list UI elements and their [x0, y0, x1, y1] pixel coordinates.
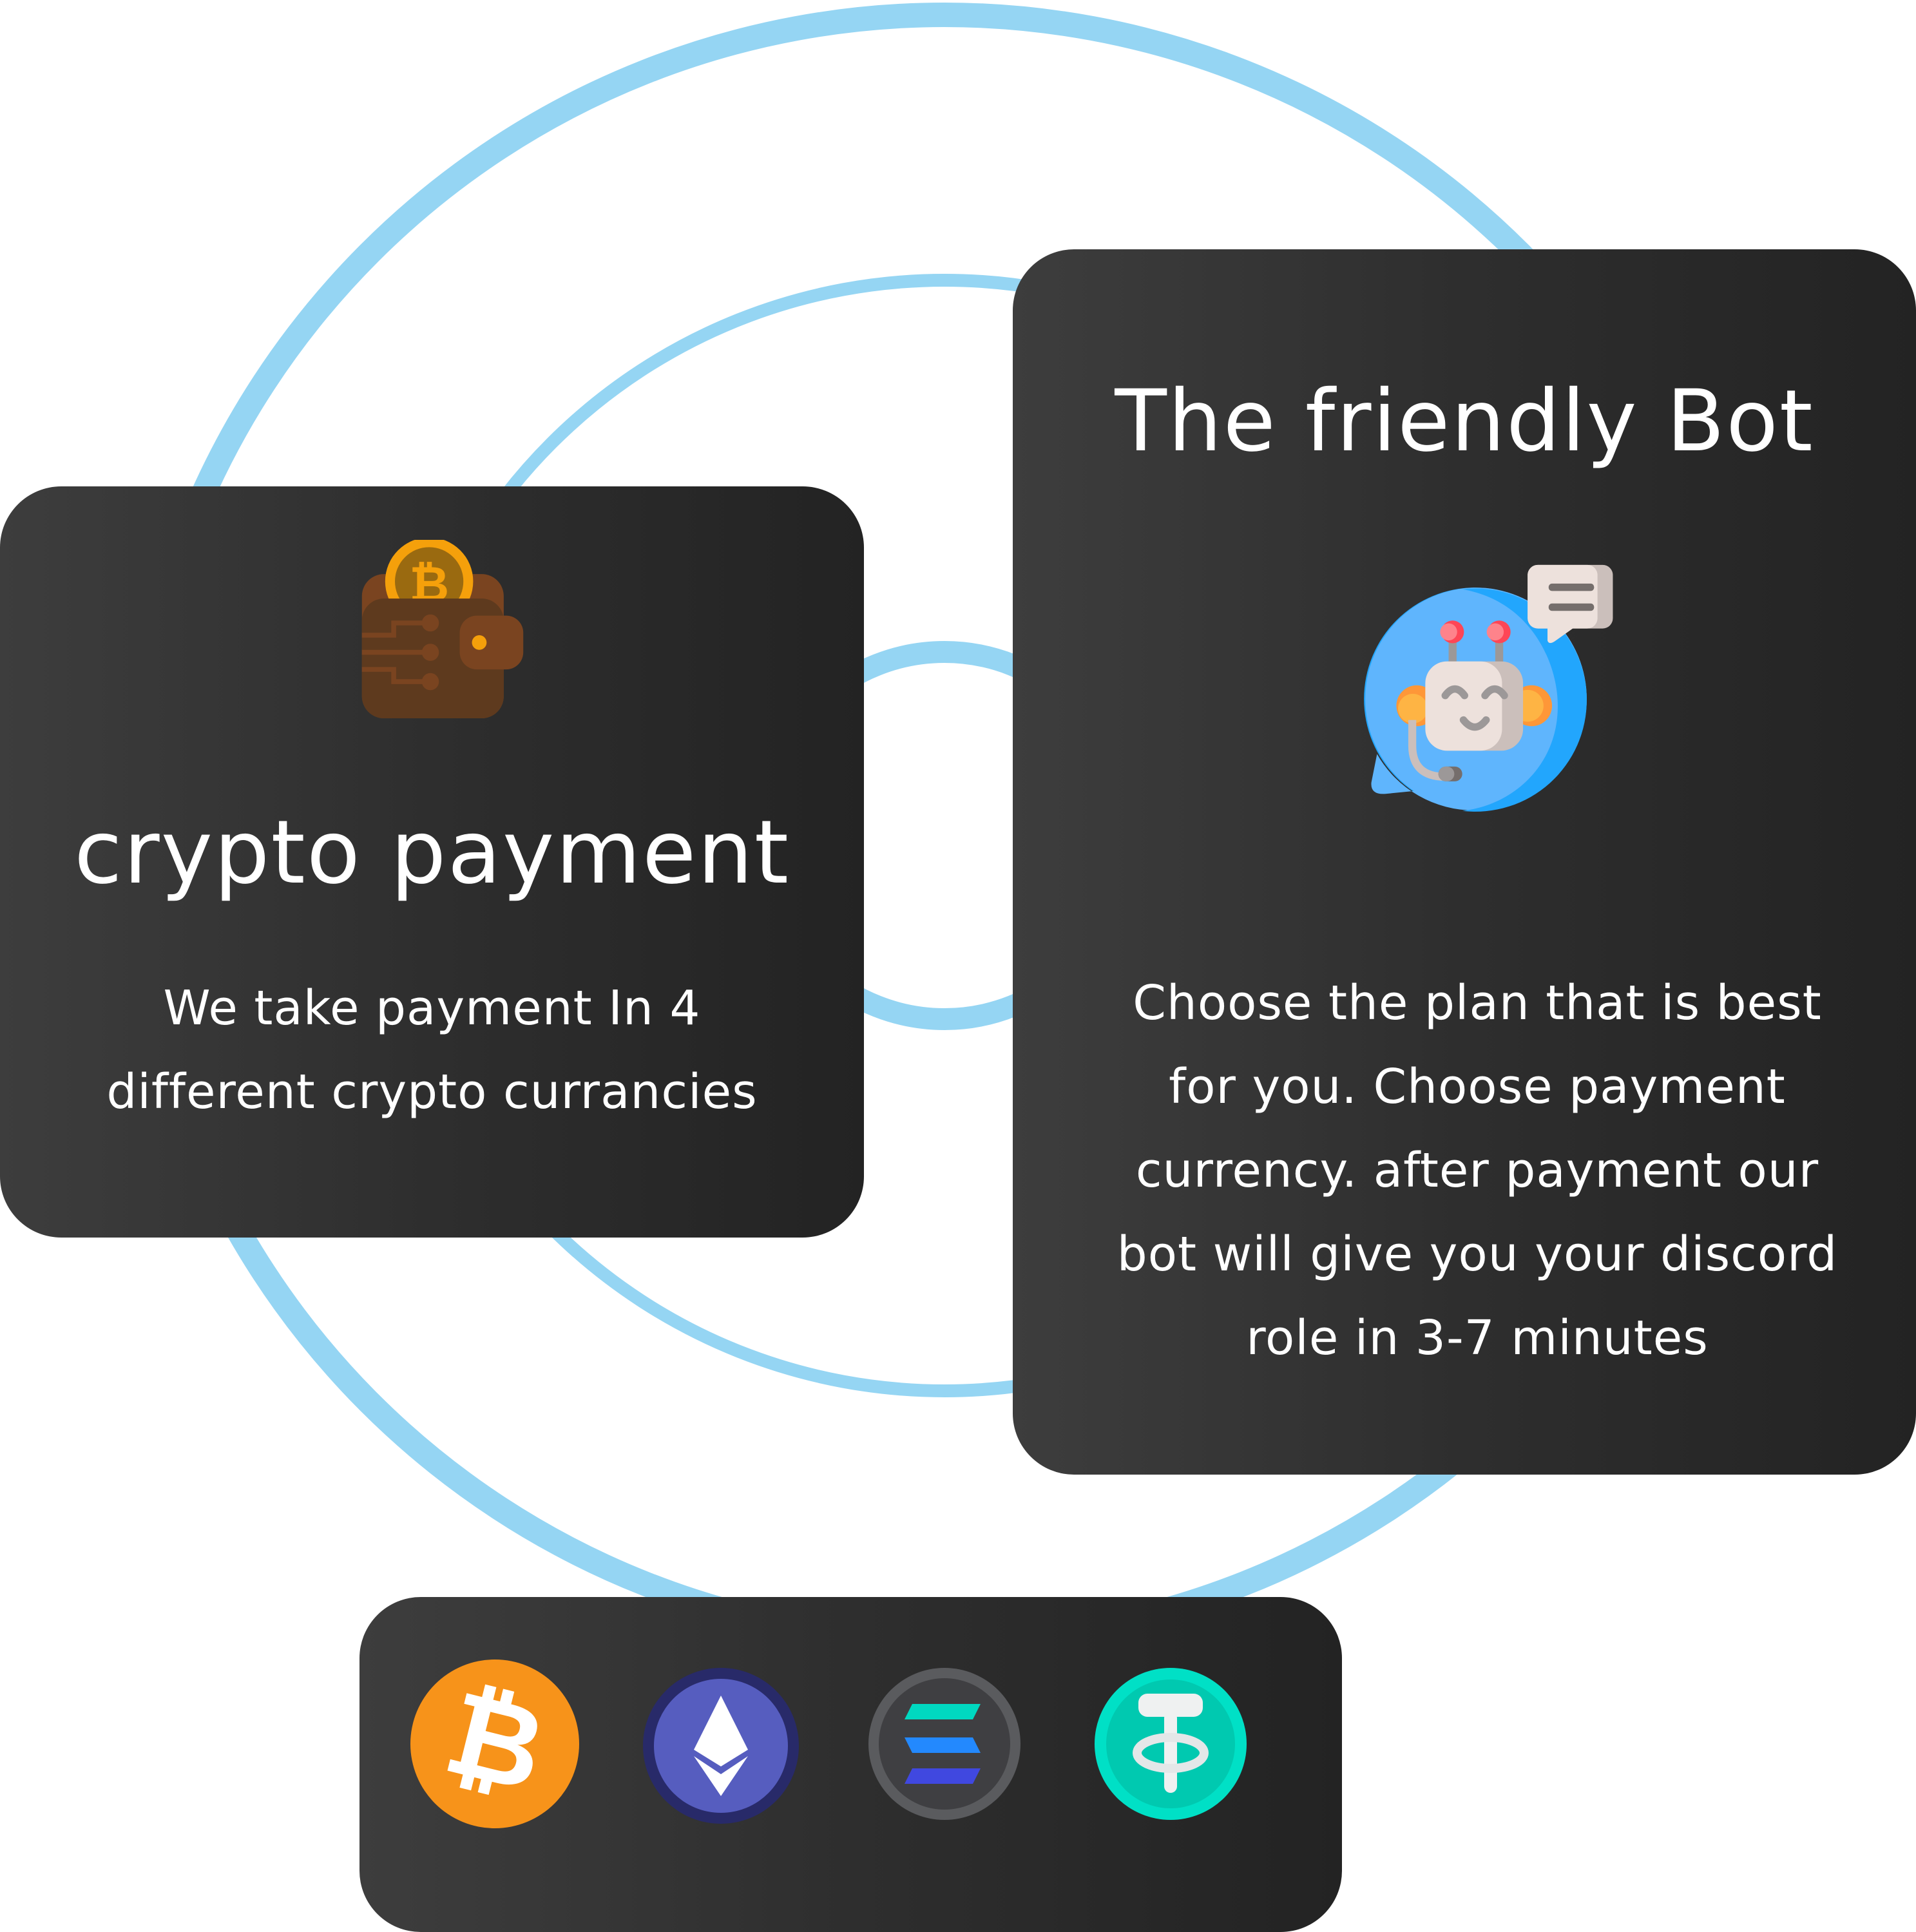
solana-icon [868, 1668, 1020, 1820]
description-line: currency. after payment our [1135, 1143, 1819, 1198]
description-line: for you. Choose payment [1169, 1059, 1786, 1114]
currency-list-card: ₿ [359, 1597, 1342, 1932]
crypto-payment-card: ₿ crypto payment We take payment In 4 di… [0, 486, 864, 1238]
description-line: role in 3-7 minutes [1246, 1310, 1709, 1366]
description-line: Choose the plan that is best [1133, 975, 1822, 1031]
friendly-bot-card: The friendly Bot Choose the plan that is… [1013, 249, 1916, 1475]
chat-bot-icon [1364, 564, 1613, 812]
card-description: Choose the plan that is best for you. Ch… [1051, 961, 1903, 1380]
ethereum-icon [643, 1668, 799, 1824]
bitcoin-icon: ₿ [410, 1659, 579, 1828]
card-title: crypto payment [73, 802, 790, 904]
card-title: The friendly Bot [1115, 372, 1814, 471]
tether-icon [1095, 1668, 1247, 1820]
bitcoin-wallet-icon: ₿ [361, 540, 524, 718]
description-line: We take payment In 4 [163, 980, 701, 1036]
description-line: different crypto currancies [106, 1064, 758, 1120]
card-description: We take payment In 4 different crypto cu… [39, 966, 825, 1134]
currency-icons: ₿ [410, 1659, 1247, 1828]
description-line: bot will give you your discord [1116, 1227, 1838, 1282]
